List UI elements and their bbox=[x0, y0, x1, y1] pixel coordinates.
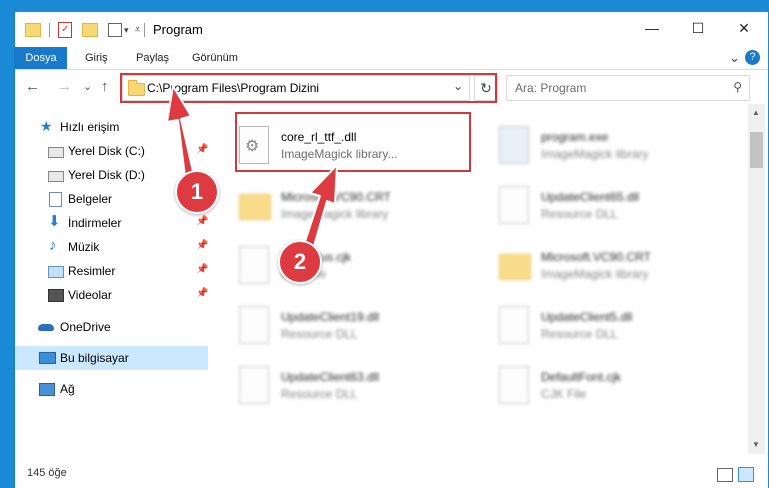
step-1-badge: 1 bbox=[175, 170, 219, 214]
explorer-window: ✓ ▾ ⩡ Program — ☐ ✕ Dosya Giriş Paylaş G… bbox=[14, 12, 768, 488]
step-2-badge: 2 bbox=[278, 240, 322, 284]
annotation-arrows bbox=[166, 85, 338, 268]
